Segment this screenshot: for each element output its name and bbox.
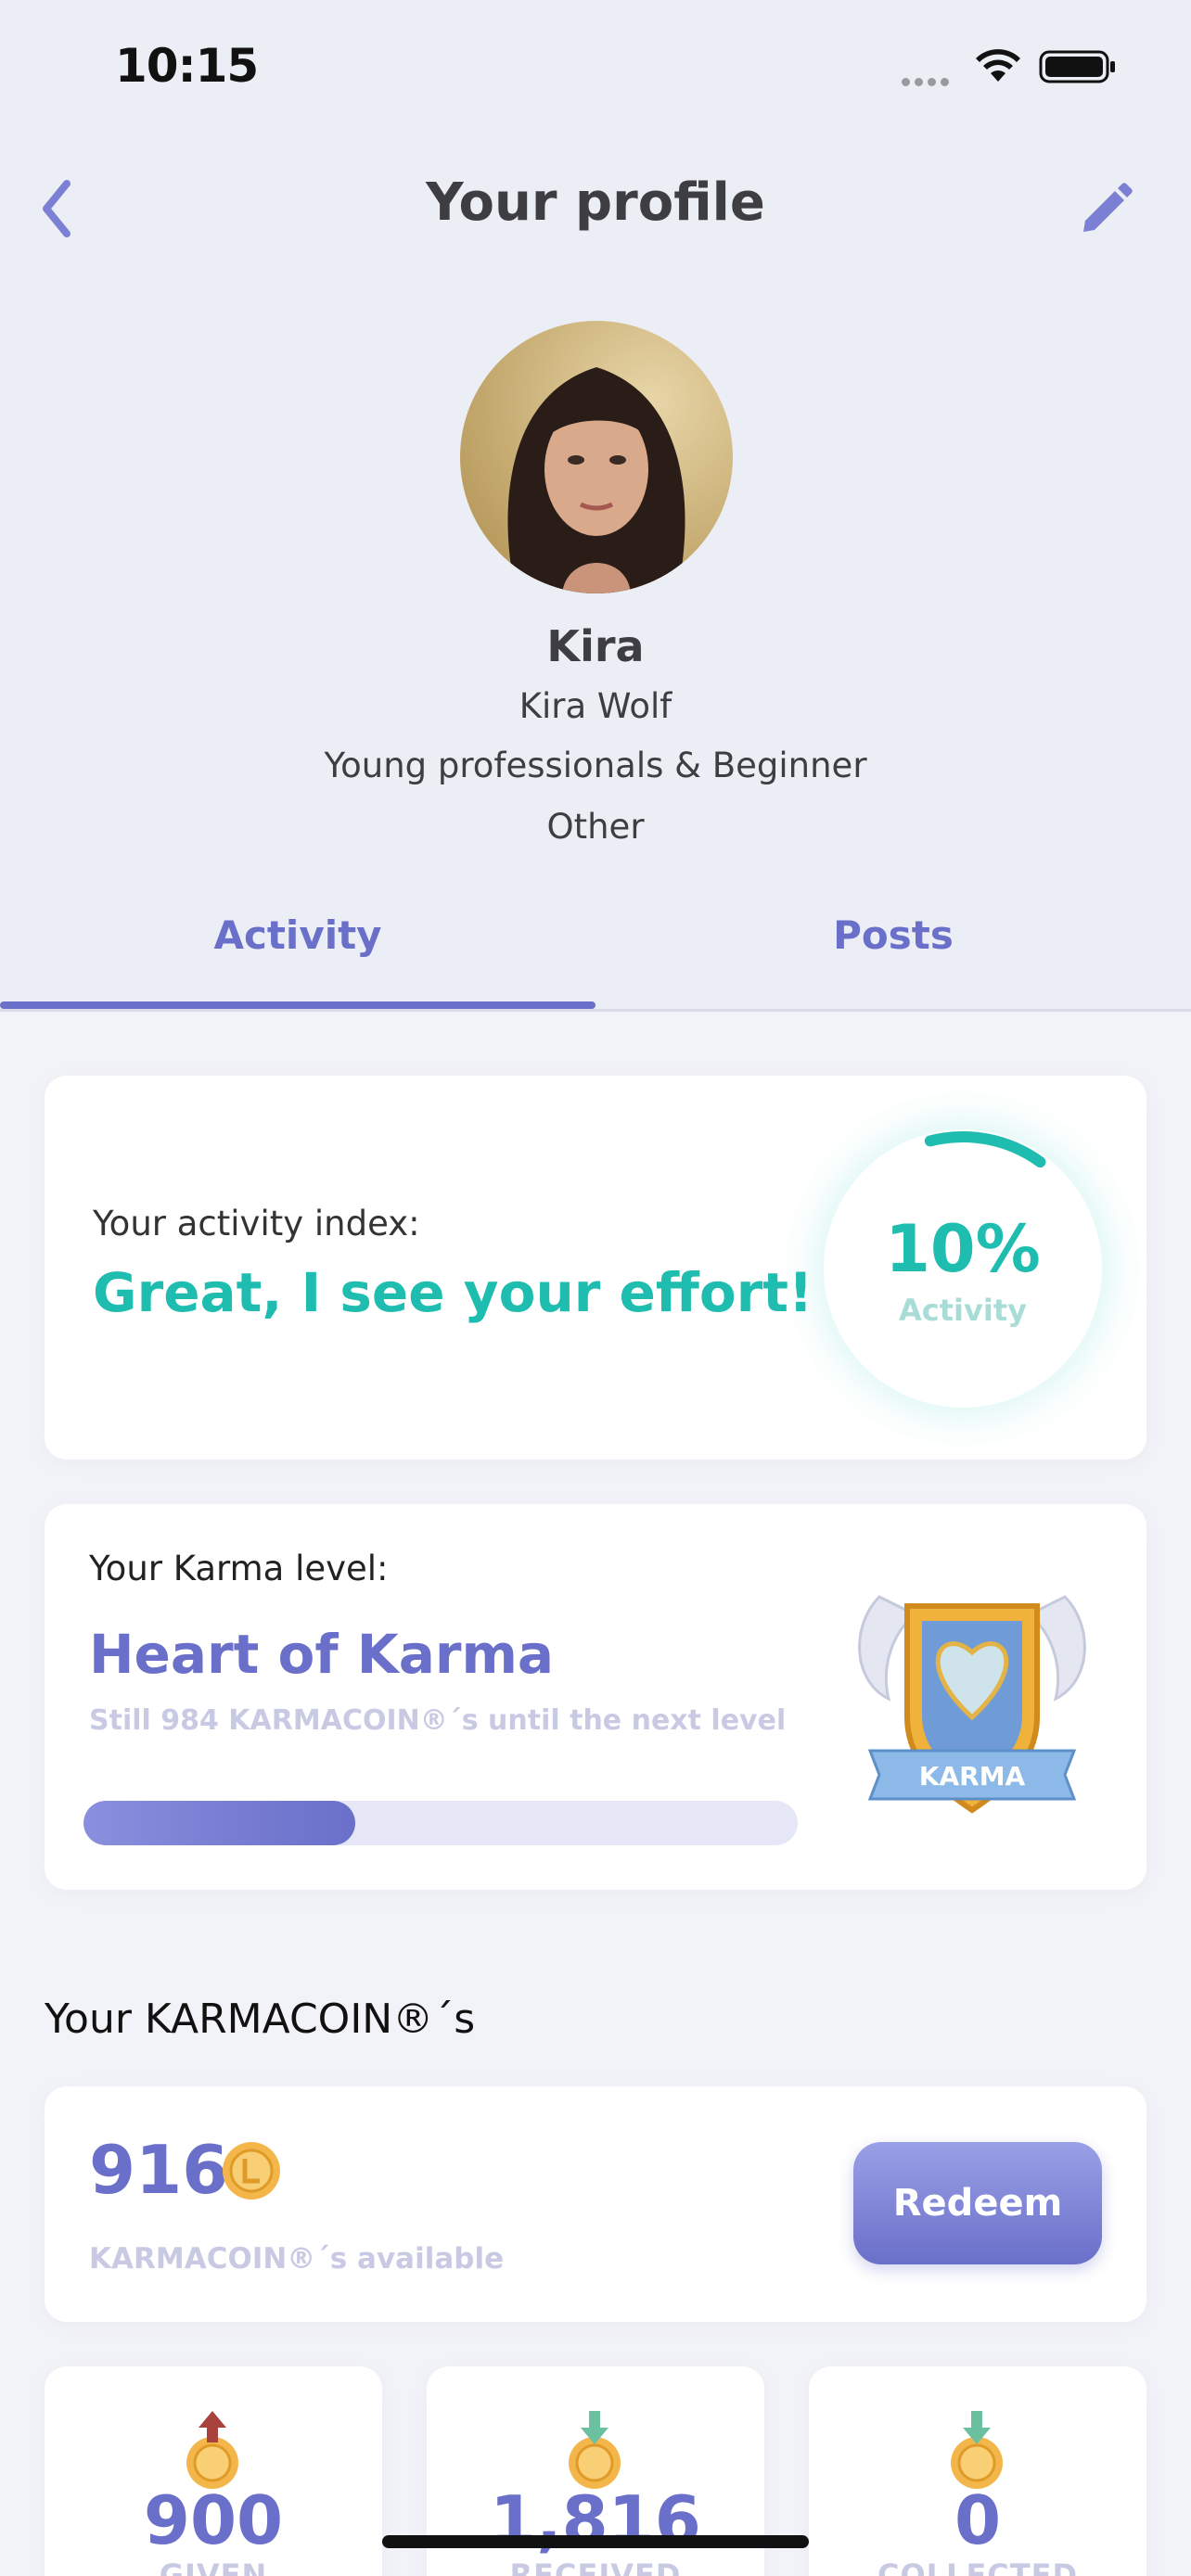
- stat-card-given[interactable]: 900 GIVEN: [45, 2366, 382, 2576]
- coin-icon: [223, 2142, 280, 2200]
- karmacoins-available-value: 916: [89, 2131, 229, 2209]
- stat-received-label: RECEIVED: [509, 2557, 682, 2576]
- stat-collected-label: COLLECTED: [877, 2557, 1079, 2576]
- tab-active-indicator: [0, 1001, 596, 1009]
- profile-display-name: Kira: [546, 621, 645, 671]
- profile-group: Young professionals & Beginner: [324, 746, 867, 785]
- wifi-icon: [976, 49, 1020, 82]
- karma-progress-fill: [83, 1801, 355, 1845]
- karma-badge-text: KARMA: [919, 1761, 1026, 1792]
- redeem-button[interactable]: Redeem: [853, 2142, 1102, 2264]
- tab-divider: [0, 1009, 1191, 1012]
- activity-percent: 10%: [885, 1211, 1041, 1287]
- karmacoins-card: 916 KARMACOIN®´s available Redeem: [45, 2086, 1146, 2322]
- karmacoins-available-label: KARMACOIN®´s available: [89, 2242, 505, 2276]
- coin-received-icon: [569, 2411, 621, 2489]
- status-time: 10:15: [115, 39, 259, 93]
- coin-collected-icon: [951, 2411, 1003, 2489]
- battery-icon: [1039, 50, 1115, 83]
- profile-category: Other: [546, 807, 645, 847]
- tab-activity[interactable]: Activity: [0, 912, 596, 958]
- karmacoins-section-title: Your KARMACOIN®´s: [45, 1996, 476, 2043]
- avatar: [460, 321, 733, 593]
- tab-posts[interactable]: Posts: [596, 912, 1191, 958]
- page-title: Your profile: [426, 172, 765, 233]
- edit-profile-button[interactable]: [1076, 180, 1135, 239]
- karma-level: Heart of Karma: [89, 1623, 555, 1686]
- karma-label: Your Karma level:: [89, 1549, 389, 1588]
- karma-next-level-hint: Still 984 KARMACOIN®´s until the next le…: [89, 1704, 787, 1737]
- stat-card-collected[interactable]: 0 COLLECTED: [809, 2366, 1146, 2576]
- profile-full-name: Kira Wolf: [519, 686, 672, 726]
- karma-badge-icon: KARMA: [858, 1595, 1086, 1814]
- coin-given-icon: [186, 2411, 238, 2489]
- stat-given-value: 900: [143, 2481, 284, 2559]
- signal-icon: [902, 72, 954, 90]
- activity-card: Your activity index: Great, I see your e…: [45, 1076, 1146, 1460]
- home-indicator[interactable]: [382, 2535, 809, 2548]
- activity-label: Your activity index:: [93, 1204, 420, 1243]
- activity-message: Great, I see your effort!: [93, 1261, 813, 1324]
- karma-card: Your Karma level: Heart of Karma Still 9…: [45, 1504, 1146, 1890]
- karma-progress-bar: [83, 1801, 798, 1845]
- stat-given-label: GIVEN: [159, 2557, 268, 2576]
- activity-sub-label: Activity: [899, 1293, 1027, 1328]
- stat-collected-value: 0: [954, 2481, 1002, 2559]
- activity-gauge: 10% Activity: [824, 1129, 1102, 1408]
- pencil-icon: [1083, 183, 1133, 232]
